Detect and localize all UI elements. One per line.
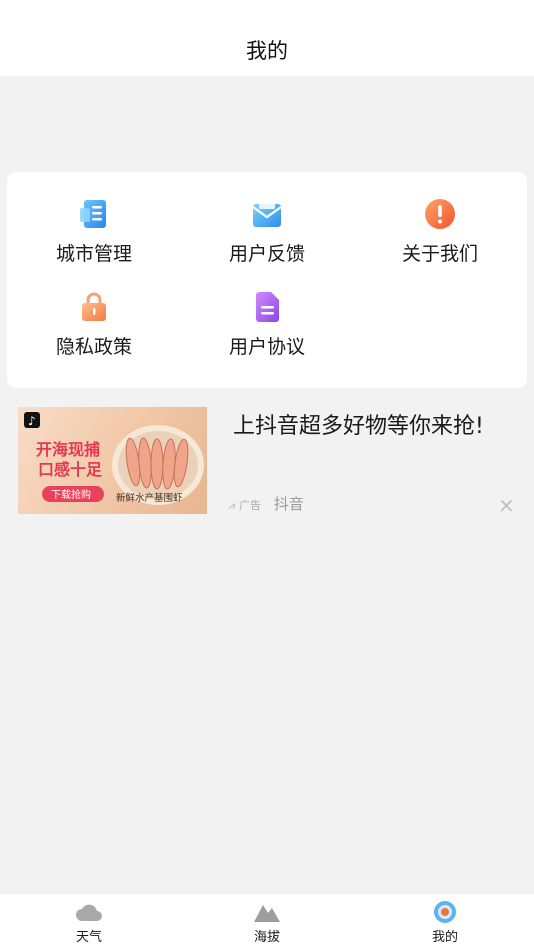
ad-close-icon[interactable]: × <box>498 493 515 517</box>
mountain-icon <box>254 905 280 922</box>
tab-label: 天气 <box>75 930 102 945</box>
ad-download-button: 下载抢购 <box>51 488 91 501</box>
menu-item-about-us[interactable]: 关于我们 <box>353 198 527 266</box>
menu-label: 用户协议 <box>228 336 305 358</box>
menu-item-privacy-policy[interactable]: 隐私政策 <box>7 291 181 359</box>
ad-meta: ⩘ 广告 抖音 <box>228 493 304 514</box>
menu-item-user-agreement[interactable]: 用户协议 <box>180 291 354 359</box>
city-list-icon <box>80 200 106 228</box>
shrimp-ad-illustration: ♪ 开海现捕 口感十足 下载抢购 新鲜水产基围虾 <box>24 412 204 505</box>
ad-caption: 新鲜水产基围虾 <box>116 492 183 504</box>
ad-badge: 广告 <box>239 499 261 512</box>
tab-label: 我的 <box>431 930 458 945</box>
tab-altitude[interactable]: 海拔 <box>178 900 356 945</box>
tab-mine[interactable]: 我的 <box>356 900 534 945</box>
top-bar: 我的 <box>0 0 534 76</box>
page-title: 我的 <box>246 39 288 63</box>
tab-weather[interactable]: 天气 <box>0 900 178 945</box>
menu-item-city-management[interactable]: 城市管理 <box>7 198 181 266</box>
ad-title[interactable]: 上抖音超多好物等你来抢! <box>233 411 484 443</box>
feedback-mail-icon <box>252 200 282 227</box>
ad-headline-1: 开海现捕 <box>36 440 100 459</box>
svg-text:♪: ♪ <box>28 414 36 428</box>
cloud-icon <box>76 904 102 921</box>
ad-source: 抖音 <box>273 495 304 513</box>
privacy-lock-icon <box>82 292 106 321</box>
menu-card: 城市管理 用户反馈 关于我们 隐私政策 用户协议 <box>7 172 527 388</box>
ad-headline-2: 口感十足 <box>38 460 103 479</box>
menu-label: 关于我们 <box>401 243 478 265</box>
menu-label: 隐私政策 <box>55 336 132 358</box>
ad-image[interactable]: ♪ 开海现捕 口感十足 下载抢购 新鲜水产基围虾 <box>18 407 207 514</box>
bottom-tab-bar: 天气 海拔 我的 <box>0 894 534 950</box>
about-exclamation-icon <box>425 199 455 229</box>
ad-logo-icon: ⩘ <box>228 499 235 512</box>
menu-item-user-feedback[interactable]: 用户反馈 <box>180 198 354 266</box>
ad-banner[interactable]: ♪ 开海现捕 口感十足 下载抢购 新鲜水产基围虾 上抖音超多好物等你来抢! ⩘ … <box>18 407 518 517</box>
profile-icon <box>434 901 456 923</box>
agreement-document-icon <box>256 292 279 322</box>
menu-label: 用户反馈 <box>228 243 305 265</box>
tab-label: 海拔 <box>253 930 280 945</box>
menu-label: 城市管理 <box>55 243 132 265</box>
